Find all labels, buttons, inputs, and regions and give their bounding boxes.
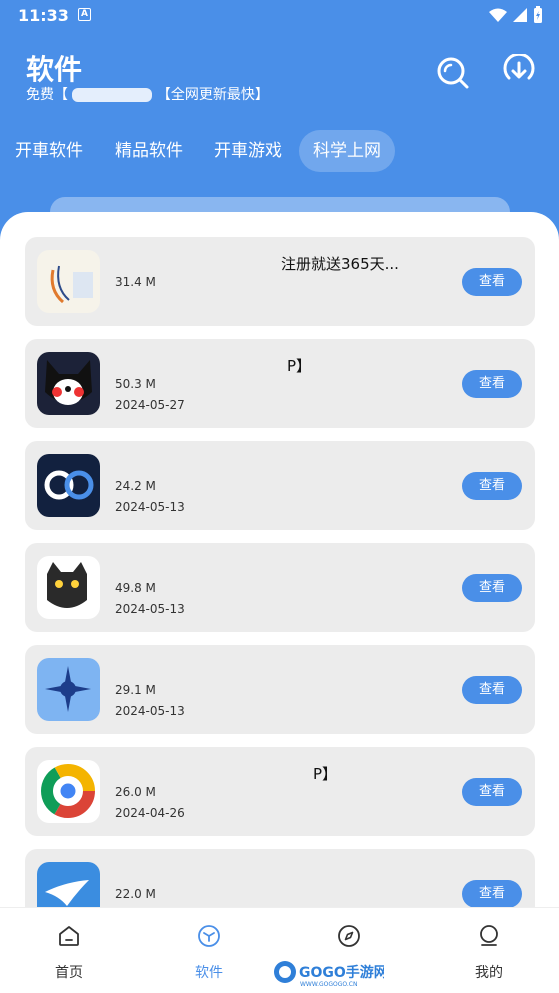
subtitle-prefix: 免费【 bbox=[26, 87, 68, 103]
tab-kaiche-software[interactable]: 开車软件 bbox=[1, 130, 97, 172]
list-item[interactable]: 注册就送365天... 31.4 M 查看 bbox=[25, 237, 535, 326]
watermark: GOGO手游网 WWW.GOGOGO.CN bbox=[272, 958, 388, 988]
app-size: 50.3 M bbox=[115, 377, 156, 391]
view-button[interactable]: 查看 bbox=[462, 370, 522, 398]
tab-kaiche-games[interactable]: 开車游戏 bbox=[200, 130, 296, 172]
list-item[interactable]: 24.2 M 2024-05-13 查看 bbox=[25, 441, 535, 530]
view-button[interactable]: 查看 bbox=[462, 880, 522, 908]
page-subtitle: 免费【 【全网更新最快】 bbox=[26, 84, 269, 104]
bottom-nav: 首页 软件 我的 GOGO手游网 WWW.GOGOGO.CN bbox=[0, 907, 559, 993]
subtitle-suffix: 【全网更新最快】 bbox=[156, 87, 269, 103]
app-name: P】 bbox=[313, 765, 338, 783]
redacted-block bbox=[72, 88, 153, 102]
signal-icon bbox=[513, 8, 527, 22]
app-name: P】 bbox=[287, 357, 312, 375]
category-tabs: 开車软件 精品软件 开車游戏 科学上网 bbox=[0, 130, 559, 174]
app-date: 2024-05-27 bbox=[115, 398, 185, 412]
list-item[interactable]: P】 50.3 M 2024-05-27 查看 bbox=[25, 339, 535, 428]
app-date: 2024-05-13 bbox=[115, 704, 185, 718]
nav-software[interactable]: 软件 bbox=[169, 908, 249, 993]
nav-software-label: 软件 bbox=[195, 965, 223, 981]
app-size: 31.4 M bbox=[115, 275, 156, 289]
app-icon bbox=[37, 760, 100, 823]
user-icon bbox=[480, 925, 498, 946]
app-size: 49.8 M bbox=[115, 581, 156, 595]
home-icon bbox=[59, 926, 79, 946]
app-date: 2024-05-13 bbox=[115, 602, 185, 616]
view-button[interactable]: 查看 bbox=[462, 574, 522, 602]
app-icon bbox=[37, 454, 100, 517]
app-size: 29.1 M bbox=[115, 683, 156, 697]
search-icon[interactable] bbox=[434, 54, 470, 90]
page-title: 软件 bbox=[26, 53, 83, 86]
cube-icon bbox=[198, 925, 220, 947]
app-size: 24.2 M bbox=[115, 479, 156, 493]
tab-premium-software[interactable]: 精品软件 bbox=[101, 130, 197, 172]
app-size: 26.0 M bbox=[115, 785, 156, 799]
app-icon bbox=[37, 352, 100, 415]
compass-icon bbox=[338, 925, 360, 947]
battery-icon bbox=[534, 6, 542, 23]
header: 软件 免费【 【全网更新最快】 开車软件 精品软件 开車游戏 科学上网 bbox=[0, 32, 559, 227]
app-size: 22.0 M bbox=[115, 887, 156, 901]
wifi-icon bbox=[489, 8, 507, 22]
tab-vpn[interactable]: 科学上网 bbox=[299, 130, 395, 172]
nav-mine-label: 我的 bbox=[475, 965, 503, 981]
view-button[interactable]: 查看 bbox=[462, 472, 522, 500]
view-button[interactable]: 查看 bbox=[462, 676, 522, 704]
app-list: 注册就送365天... 31.4 M 查看 P】 50.3 M 2024-05-… bbox=[0, 212, 559, 993]
accessibility-icon: A bbox=[78, 8, 91, 21]
status-icons bbox=[489, 6, 543, 24]
watermark-logo-icon: GOGO手游网 WWW.GOGOGO.CN bbox=[274, 961, 388, 988]
app-icon bbox=[37, 658, 100, 721]
app-icon bbox=[37, 556, 100, 619]
view-button[interactable]: 查看 bbox=[462, 778, 522, 806]
list-item[interactable]: 29.1 M 2024-05-13 查看 bbox=[25, 645, 535, 734]
nav-home[interactable]: 首页 bbox=[29, 908, 109, 993]
app-date: 2024-04-26 bbox=[115, 806, 185, 820]
list-item[interactable]: P】 26.0 M 2024-04-26 查看 bbox=[25, 747, 535, 836]
view-button[interactable]: 查看 bbox=[462, 268, 522, 296]
download-icon[interactable] bbox=[501, 54, 537, 90]
status-time: 11:33 bbox=[18, 6, 69, 25]
svg-text:WWW.GOGOGO.CN: WWW.GOGOGO.CN bbox=[300, 981, 357, 988]
status-bar: 11:33 A bbox=[0, 0, 559, 32]
app-icon bbox=[37, 250, 100, 313]
nav-mine[interactable]: 我的 bbox=[449, 908, 529, 993]
list-item[interactable]: 49.8 M 2024-05-13 查看 bbox=[25, 543, 535, 632]
nav-home-label: 首页 bbox=[55, 965, 83, 981]
app-date: 2024-05-13 bbox=[115, 500, 185, 514]
svg-text:GOGO手游网: GOGO手游网 bbox=[299, 964, 384, 981]
